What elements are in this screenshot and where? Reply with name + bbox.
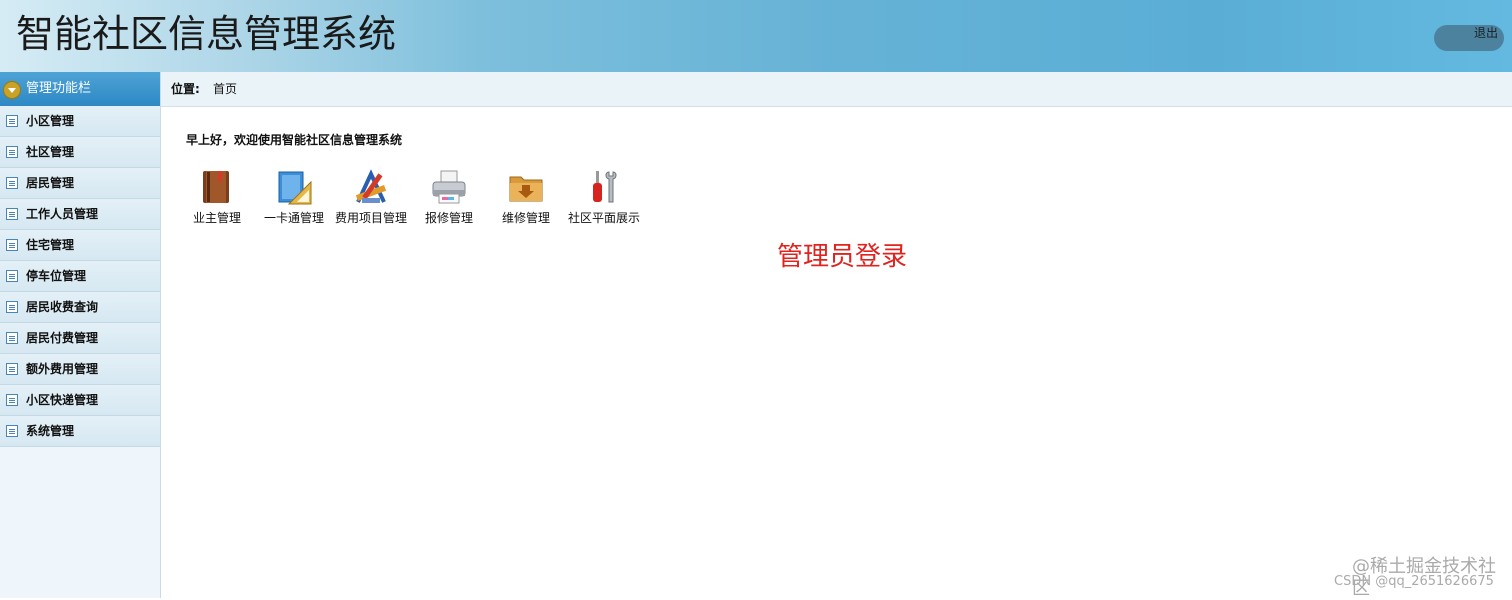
quick-label: 社区平面展示: [567, 211, 640, 225]
sidebar-item-label: 系统管理: [26, 424, 75, 438]
sidebar-item-label: 居民管理: [26, 176, 75, 190]
sidebar-header[interactable]: 管理功能栏: [0, 72, 160, 106]
folder-download-icon: [507, 168, 545, 206]
sidebar-item-parking[interactable]: 停车位管理: [0, 261, 160, 292]
sidebar-item-payment[interactable]: 居民付费管理: [0, 323, 160, 354]
logout-button[interactable]: 退出: [1434, 25, 1504, 51]
breadcrumb-key: 位置:: [171, 82, 200, 96]
sidebar-item-staff[interactable]: 工作人员管理: [0, 199, 160, 230]
chevron-down-icon: [3, 81, 21, 99]
sidebar-item-residents[interactable]: 居民管理: [0, 168, 160, 199]
quick-label: 维修管理: [501, 211, 550, 225]
calendar-icon: [6, 301, 18, 313]
screwdriver-wrench-icon: [585, 168, 623, 206]
ruler-icon: [275, 168, 313, 206]
calendar-icon: [6, 394, 18, 406]
breadcrumb-home[interactable]: 首页: [213, 72, 237, 106]
welcome-text: 早上好，欢迎使用智能社区信息管理系统: [186, 133, 403, 147]
quick-maintenance[interactable]: 维修管理: [487, 168, 565, 226]
quick-owner-management[interactable]: 业主管理: [178, 168, 256, 226]
breadcrumb: 位置: 首页: [161, 72, 1512, 107]
sidebar-item-label: 居民付费管理: [26, 331, 99, 345]
sidebar-header-label: 管理功能栏: [26, 81, 92, 96]
header-bar: 智能社区信息管理系统 退出: [0, 0, 1512, 72]
quick-label: 报修管理: [424, 211, 473, 225]
sidebar-item-society[interactable]: 社区管理: [0, 137, 160, 168]
quick-label: 费用项目管理: [334, 211, 407, 225]
sidebar-item-label: 停车位管理: [26, 269, 87, 283]
watermark-csdn: CSDN @qq_2651626675: [1334, 574, 1494, 589]
book-icon: [198, 168, 236, 206]
app-title: 智能社区信息管理系统: [16, 12, 397, 56]
chat-icon: [6, 146, 18, 158]
sidebar-item-label: 小区管理: [26, 114, 75, 128]
quick-label: 一卡通管理: [263, 211, 324, 225]
tools-pencil-icon: [352, 168, 390, 206]
sidebar-item-label: 住宅管理: [26, 238, 75, 252]
calendar-icon: [6, 332, 18, 344]
sidebar-item-fee-query[interactable]: 居民收费查询: [0, 292, 160, 323]
sidebar-item-system[interactable]: 系统管理: [0, 416, 160, 447]
quick-fee-items[interactable]: 费用项目管理: [332, 168, 410, 226]
sidebar: 管理功能栏 小区管理 社区管理 居民管理 工作人员管理 住宅管理 停车位管理 居…: [0, 72, 161, 598]
quick-label: 业主管理: [192, 211, 241, 225]
calendar-icon: [6, 270, 18, 282]
calendar-icon: [6, 208, 18, 220]
list-icon: [6, 115, 18, 127]
sidebar-item-housing[interactable]: 住宅管理: [0, 230, 160, 261]
sidebar-item-label: 小区快递管理: [26, 393, 99, 407]
calendar-icon: [6, 425, 18, 437]
quick-repair-report[interactable]: 报修管理: [410, 168, 488, 226]
quick-community-plan[interactable]: 社区平面展示: [565, 168, 643, 226]
sidebar-item-label: 社区管理: [26, 145, 75, 159]
calendar-icon: [6, 363, 18, 375]
calendar-icon: [6, 239, 18, 251]
edit-icon: [6, 177, 18, 189]
printer-icon: [430, 168, 468, 206]
sidebar-item-label: 居民收费查询: [26, 300, 99, 314]
sidebar-item-extra-fees[interactable]: 额外费用管理: [0, 354, 160, 385]
logout-label: 退出: [1473, 26, 1498, 40]
admin-login-link[interactable]: 管理员登录: [777, 238, 907, 276]
sidebar-item-community[interactable]: 小区管理: [0, 106, 160, 137]
sidebar-item-label: 工作人员管理: [26, 207, 99, 221]
sidebar-item-express[interactable]: 小区快递管理: [0, 385, 160, 416]
sidebar-item-label: 额外费用管理: [26, 362, 99, 376]
quick-card-management[interactable]: 一卡通管理: [255, 168, 333, 226]
